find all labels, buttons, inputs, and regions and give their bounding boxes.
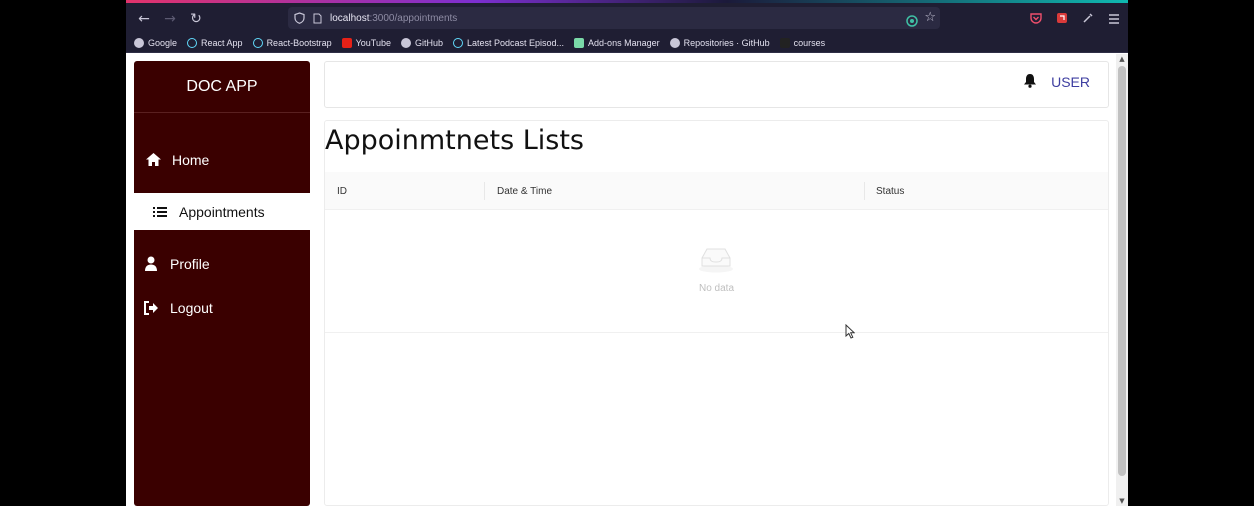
bookmark-item[interactable]: Repositories · GitHub [669,38,770,48]
bookmark-item[interactable]: React-Bootstrap [252,38,332,48]
podcast-icon [452,38,463,48]
empty-inbox-icon [697,245,735,277]
sidebar-item-profile[interactable]: Profile [134,245,310,282]
github-icon [669,38,680,48]
pocket-icon[interactable] [1030,9,1042,28]
sidebar-item-home[interactable]: Home [134,141,310,178]
mouse-cursor-icon [845,323,856,343]
table-header: ID Date & Time Status [325,172,1108,210]
sidebar-item-appointments[interactable]: Appointments [134,193,310,230]
column-divider [484,182,485,200]
bookmark-item[interactable]: Latest Podcast Episod... [452,38,564,48]
logout-icon [142,299,160,317]
url-path: :3000/appointments [369,12,458,24]
column-header-id: ID [337,185,347,197]
bookmark-star-icon[interactable]: ☆ [924,10,936,25]
bookmark-item[interactable]: Google [134,38,177,48]
home-icon [144,151,162,169]
user-icon [142,255,160,273]
bookmark-item[interactable]: Add-ons Manager [574,38,660,48]
empty-text: No data [698,283,735,294]
forward-icon[interactable]: → [157,6,183,32]
shield-icon[interactable] [294,12,305,24]
top-header: USER [324,61,1109,108]
github-icon [400,38,411,48]
color-picker-icon[interactable] [1082,9,1094,28]
column-header-date-time: Date & Time [497,185,553,197]
scroll-up-icon[interactable]: ▲ [1116,54,1128,64]
scroll-thumb[interactable] [1118,66,1126,476]
app-page: DOC APP Home Appointments Profile Logout… [126,54,1116,506]
address-bar[interactable]: localhost:3000/appointments ☆ [288,7,940,29]
extension-icon[interactable] [1056,9,1068,28]
sidebar-item-label: Appointments [179,203,265,220]
bookmark-item[interactable]: React App [187,38,243,48]
sidebar-item-logout[interactable]: Logout [134,289,310,326]
browser-window: ← → ↻ localhost:3000/appointments ☆ Goo… [126,0,1128,506]
sidebar-item-label: Logout [170,299,213,316]
empty-state: No data [325,211,1108,333]
bell-icon[interactable] [1023,73,1037,92]
react-icon [187,38,198,48]
back-icon[interactable]: ← [131,6,157,32]
scroll-down-icon[interactable]: ▼ [1116,496,1128,506]
browser-toolbar: ← → ↻ localhost:3000/appointments ☆ [126,3,1128,34]
column-divider [864,182,865,200]
addons-icon [574,38,585,48]
url-host: localhost [330,12,370,24]
sidebar-item-label: Home [172,151,210,168]
page-scrollbar[interactable]: ▲ ▼ [1116,54,1128,506]
react-bootstrap-icon [252,38,263,48]
google-icon [134,38,144,48]
page-title: Appoinmtnets Lists [325,125,584,156]
bookmark-item[interactable]: GitHub [400,38,443,48]
sidebar: DOC APP Home Appointments Profile Logout [134,61,310,506]
bookmark-item[interactable]: YouTube [341,38,391,48]
reload-icon[interactable]: ↻ [183,6,209,32]
list-icon [151,203,169,221]
toolbar-extensions [1030,7,1120,29]
tracking-protection-icon[interactable] [906,12,918,31]
youtube-icon [341,38,352,48]
menu-icon[interactable] [1108,9,1120,28]
bookmark-item[interactable]: courses [779,38,825,48]
sidebar-item-label: Profile [170,255,210,272]
user-link[interactable]: USER [1051,74,1090,90]
folder-icon [779,38,790,48]
bookmarks-bar: Google React App React-Bootstrap YouTube… [126,34,1128,53]
column-header-status: Status [876,185,905,197]
appointments-panel: Appoinmtnets Lists ID Date & Time Status… [324,120,1109,506]
page-icon [313,13,322,24]
app-logo: DOC APP [134,61,310,113]
